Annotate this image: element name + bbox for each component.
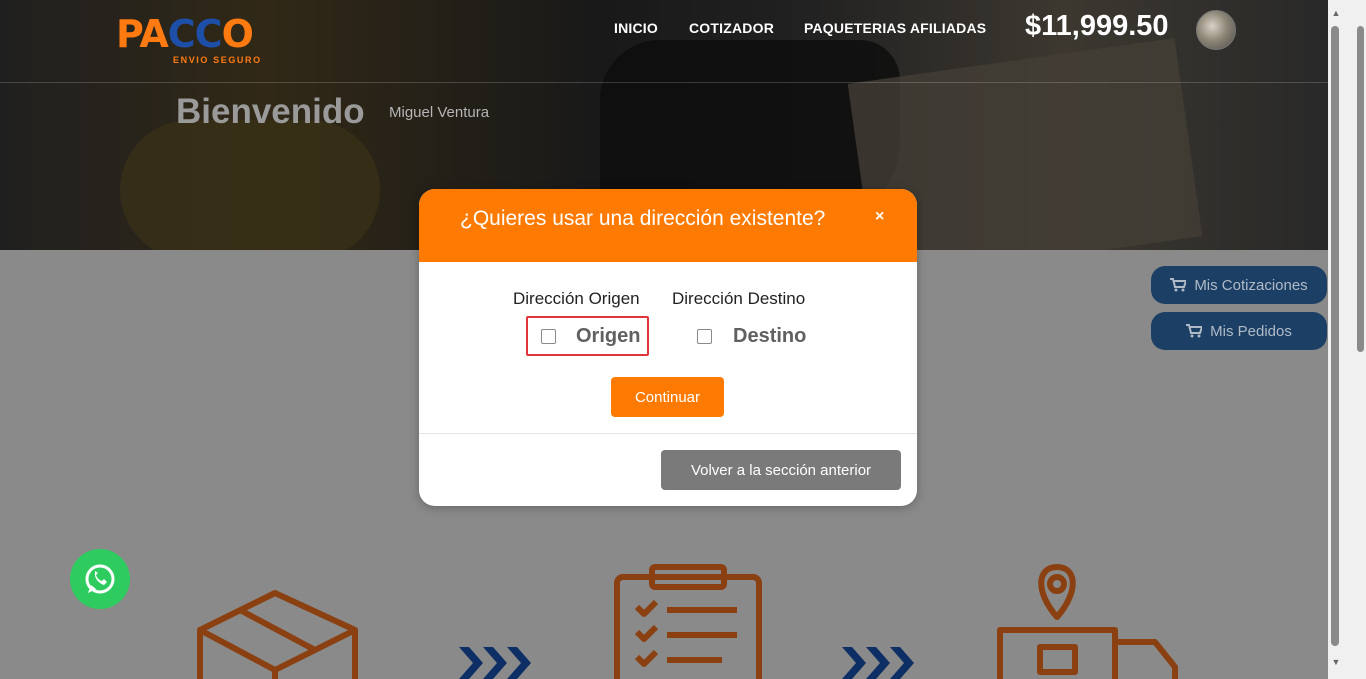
modal-title: ¿Quieres usar una dirección existente? — [460, 207, 826, 230]
destination-address-label: Dirección Destino — [672, 289, 806, 308]
origin-checkbox-group[interactable]: Origen — [526, 316, 649, 356]
inner-scrollbar-thumb[interactable] — [1357, 26, 1364, 352]
destination-checkbox[interactable] — [697, 328, 712, 344]
continue-button[interactable]: Continuar — [611, 377, 724, 417]
origin-option-label[interactable]: Origen — [576, 325, 640, 348]
modal-divider — [419, 433, 917, 434]
origin-address-label: Dirección Origen — [513, 289, 640, 308]
destination-checkbox-group[interactable]: Destino — [697, 316, 806, 356]
modal-header: ¿Quieres usar una dirección existente? × — [419, 189, 917, 262]
destination-option-label[interactable]: Destino — [733, 325, 806, 348]
back-button[interactable]: Volver a la sección anterior — [661, 450, 901, 490]
scroll-down-icon[interactable]: ▼ — [1329, 657, 1343, 671]
scrollbar-thumb[interactable] — [1331, 26, 1339, 646]
address-modal: ¿Quieres usar una dirección existente? ×… — [419, 189, 917, 506]
origin-checkbox[interactable] — [541, 328, 556, 344]
scroll-up-icon[interactable]: ▲ — [1329, 8, 1343, 22]
close-icon[interactable]: × — [875, 208, 884, 226]
